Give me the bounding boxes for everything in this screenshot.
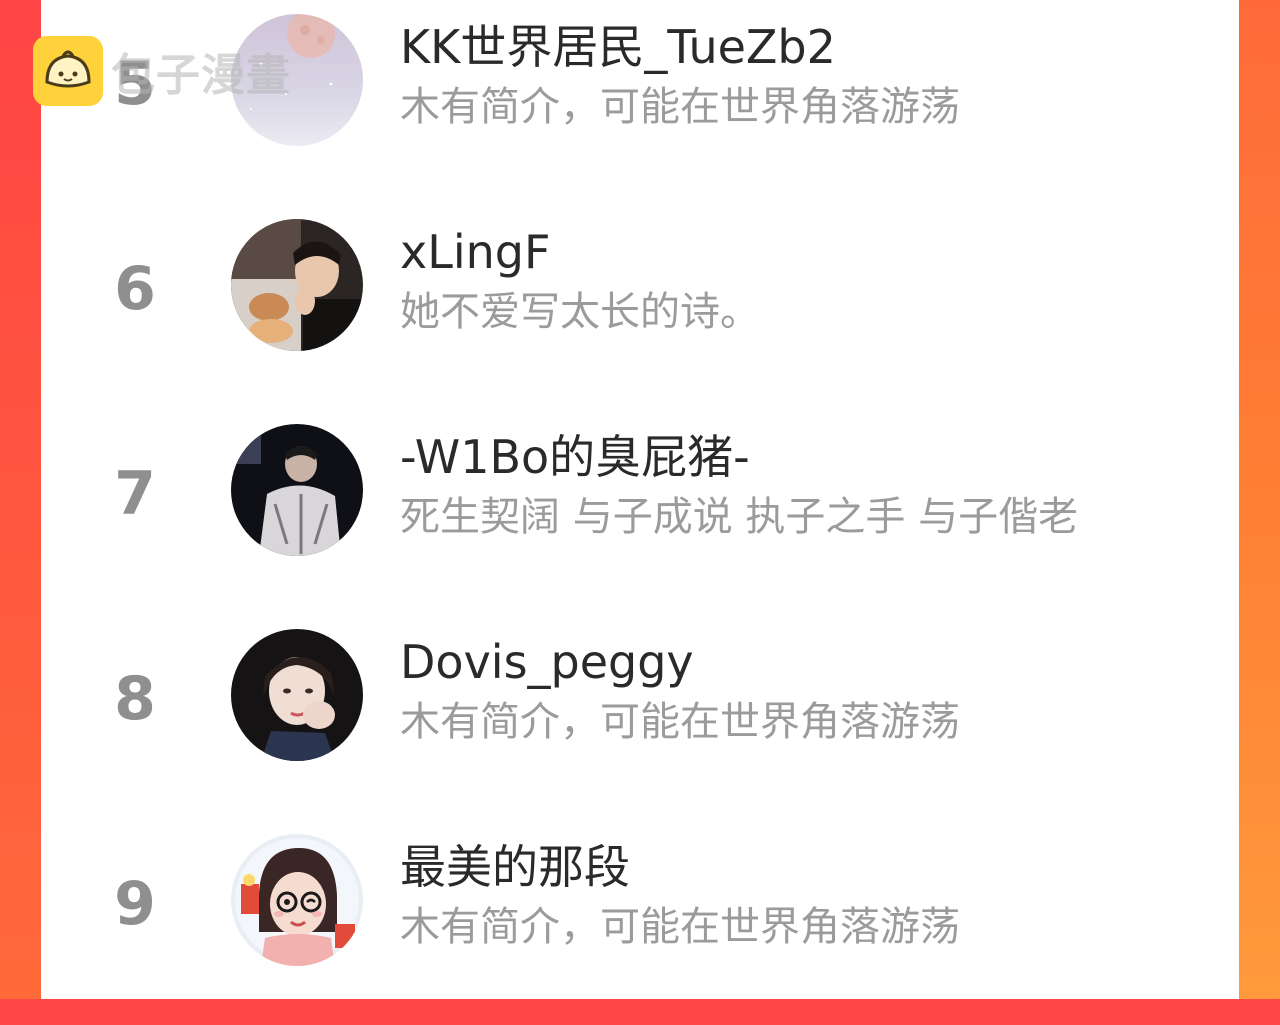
user-bio: 木有简介，可能在世界角落游荡: [400, 904, 960, 950]
user-name[interactable]: -W1Bo的臭屁猪-: [400, 428, 750, 486]
watermark: 包子漫畫: [33, 35, 291, 107]
left-border: [0, 0, 41, 999]
watermark-text: 包子漫畫: [111, 50, 291, 101]
user-bio: 木有简介，可能在世界角落游荡: [400, 84, 960, 130]
list-item[interactable]: 8 Dovis_peggy 木有简介，可能在世界角落游荡: [41, 615, 1239, 820]
user-bio: 木有简介，可能在世界角落游荡: [400, 699, 960, 745]
rank-number: 8: [114, 664, 156, 734]
ranking-list: 5 KK世界居民_TueZb2 木有简介，可能在世界角落游荡 6 xLingF …: [41, 0, 1239, 999]
woman-portrait-avatar[interactable]: [231, 629, 363, 761]
user-name[interactable]: xLingF: [400, 223, 550, 281]
bun-logo-icon: [33, 36, 103, 106]
rank-number: 7: [114, 459, 156, 529]
rank-number: 9: [114, 869, 156, 939]
user-name[interactable]: KK世界居民_TueZb2: [400, 18, 836, 76]
user-bio: 死生契阔 与子成说 执子之手 与子偕老: [400, 494, 1079, 540]
user-name[interactable]: 最美的那段: [400, 838, 630, 896]
list-item[interactable]: 9 最美的那段 木有简介，可能在世界角落游荡: [41, 820, 1239, 1025]
list-item[interactable]: 6 xLingF 她不爱写太长的诗。: [41, 205, 1239, 410]
list-item[interactable]: 7 -W1Bo的臭屁猪- 死生契阔 与子成说 执子之手 与子偕老: [41, 410, 1239, 615]
cartoon-girl-avatar[interactable]: [231, 834, 363, 966]
user-name[interactable]: Dovis_peggy: [400, 633, 694, 691]
man-dark-stage-avatar[interactable]: [231, 424, 363, 556]
user-bio: 她不爱写太长的诗。: [400, 289, 760, 335]
man-with-dog-avatar[interactable]: [231, 219, 363, 351]
rank-number: 6: [114, 254, 156, 324]
right-border: [1239, 0, 1280, 999]
